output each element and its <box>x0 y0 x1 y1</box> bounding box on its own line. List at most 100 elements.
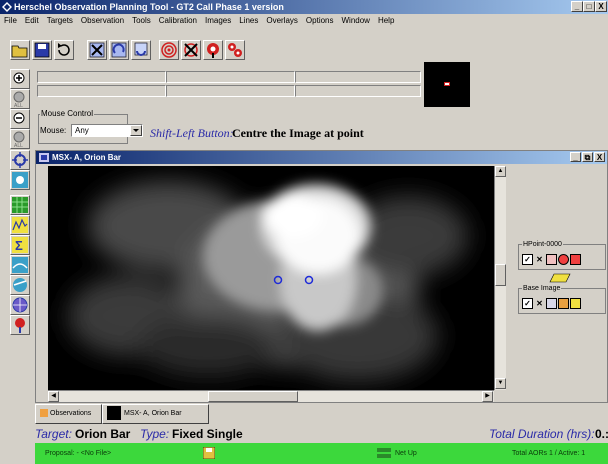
tab-image[interactable]: MSX- A, Orion Bar <box>102 404 209 424</box>
svg-text:ALL: ALL <box>14 103 23 108</box>
scroll-down-button[interactable]: ▼ <box>495 378 506 389</box>
menu-window[interactable]: Window <box>338 14 374 27</box>
mouse-hint-label: Shift-Left Button: <box>150 126 234 140</box>
image-window-title-bar: MSX- A, Orion Bar _ ⧉ X <box>36 151 607 164</box>
proposal-status: Proposal: - <No File> <box>45 450 112 457</box>
status-panel-6 <box>295 85 421 97</box>
spectrum-icon[interactable] <box>10 215 30 235</box>
hpoint-delete-icon[interactable]: ✕ <box>534 254 545 265</box>
pin-icon[interactable] <box>10 315 30 335</box>
base-image-settings-icon[interactable] <box>570 298 581 309</box>
image-window-restore-button[interactable]: ⧉ <box>582 152 593 162</box>
menu-options[interactable]: Options <box>302 14 338 27</box>
target-flag-icon[interactable] <box>203 40 223 60</box>
menu-calibration[interactable]: Calibration <box>155 14 201 27</box>
menu-bar: File Edit Targets Observation Tools Cali… <box>0 14 608 27</box>
observations-icon <box>40 409 48 418</box>
aor-stack-icon[interactable] <box>131 40 151 60</box>
zoom-out-all-icon[interactable]: ALL <box>10 129 30 149</box>
mouse-control-legend: Mouse Control <box>40 109 95 118</box>
view-icon[interactable] <box>10 275 30 295</box>
sky-image[interactable] <box>48 166 494 390</box>
menu-lines[interactable]: Lines <box>235 14 262 27</box>
save-icon[interactable] <box>32 40 52 60</box>
image-window-title: MSX- A, Orion Bar <box>52 153 122 162</box>
target-info-bar: Target: Orion Bar Type: Fixed Single Tot… <box>35 426 608 442</box>
menu-images[interactable]: Images <box>201 14 235 27</box>
target-label: Target: <box>35 427 72 441</box>
target-delete-icon[interactable] <box>181 40 201 60</box>
zoom-in-icon[interactable] <box>10 69 30 89</box>
horizontal-scroll-thumb[interactable] <box>208 391 298 402</box>
window-maximize-button[interactable]: □ <box>583 1 595 12</box>
app-title-bar: Herschel Observation Planning Tool - GT2… <box>0 0 608 14</box>
mouse-label: Mouse: <box>40 126 67 135</box>
base-image-delete-icon[interactable]: ✕ <box>534 298 545 309</box>
aor-delete-icon[interactable] <box>87 40 107 60</box>
menu-edit[interactable]: Edit <box>21 14 43 27</box>
base-image-color-icon[interactable] <box>558 298 569 309</box>
target-icon[interactable] <box>159 40 179 60</box>
sum-icon[interactable]: Σ <box>10 235 30 255</box>
image-window-minimize-button[interactable]: _ <box>570 152 581 162</box>
menu-file[interactable]: File <box>0 14 21 27</box>
scroll-left-button[interactable]: ◀ <box>48 391 59 402</box>
thumbnail-viewport-marker <box>444 82 450 86</box>
base-image-visible-checkbox[interactable]: ✓ <box>522 298 533 309</box>
svg-text:Σ: Σ <box>15 238 23 253</box>
image-horizontal-scrollbar[interactable]: ◀ ▶ <box>48 390 494 402</box>
window-icon <box>39 153 49 162</box>
target-group-icon[interactable] <box>225 40 245 60</box>
app-title: Herschel Observation Planning Tool - GT2… <box>14 2 284 12</box>
target-point-icon[interactable] <box>10 170 30 190</box>
scroll-right-button[interactable]: ▶ <box>482 391 493 402</box>
base-image-contrast-icon[interactable] <box>546 298 557 309</box>
hpoint-target-icon[interactable] <box>558 254 569 265</box>
vertical-scroll-thumb[interactable] <box>495 264 506 286</box>
window-minimize-button[interactable]: _ <box>571 1 583 12</box>
aor-cycle-icon[interactable] <box>109 40 129 60</box>
open-folder-icon[interactable] <box>10 40 30 60</box>
status-panel-3 <box>166 71 295 83</box>
network-icon <box>377 448 391 458</box>
save-status-icon[interactable] <box>203 447 215 459</box>
scroll-up-button[interactable]: ▲ <box>495 166 506 177</box>
tab-observations[interactable]: Observations <box>35 404 102 424</box>
menu-overlays[interactable]: Overlays <box>262 14 302 27</box>
undo-icon[interactable] <box>54 40 74 60</box>
globe-icon[interactable] <box>10 295 30 315</box>
sky-map-icon[interactable] <box>10 255 30 275</box>
zoom-out-icon[interactable] <box>10 109 30 129</box>
status-panel-4 <box>166 85 295 97</box>
hpoint-settings-icon[interactable] <box>570 254 581 265</box>
mouse-select[interactable]: Any <box>71 124 143 137</box>
window-close-button[interactable]: X <box>595 1 607 12</box>
hpoint-color-icon[interactable] <box>546 254 557 265</box>
zoom-all-icon[interactable]: ALL <box>10 89 30 109</box>
thumbnail-preview[interactable] <box>424 62 470 107</box>
layer-icon[interactable] <box>549 273 571 283</box>
hpoint-group-label: HPoint-0000 <box>522 241 563 249</box>
duration-value: 0.: <box>595 427 608 441</box>
aor-count: Total AORs 1 / Active: 1 <box>512 450 586 457</box>
menu-help[interactable]: Help <box>374 14 398 27</box>
menu-observation[interactable]: Observation <box>77 14 128 27</box>
grid-overlay-icon[interactable] <box>10 195 30 215</box>
crosshair-icon[interactable] <box>10 150 30 170</box>
status-panel-1 <box>37 71 166 83</box>
image-thumbnail-icon <box>107 406 121 421</box>
duration-label: Total Duration (hrs): <box>489 427 595 441</box>
image-window-close-button[interactable]: X <box>594 152 605 162</box>
menu-tools[interactable]: Tools <box>128 14 155 27</box>
type-value: Fixed Single <box>172 427 243 441</box>
status-panel-2 <box>37 85 166 97</box>
image-vertical-scrollbar[interactable]: ▲ ▼ <box>494 166 506 390</box>
sky-image-render <box>48 166 494 390</box>
app-icon <box>2 2 12 12</box>
menu-targets[interactable]: Targets <box>43 14 77 27</box>
base-image-group-label: Base Image <box>522 285 562 293</box>
mouse-select-value: Any <box>75 126 89 135</box>
target-value: Orion Bar <box>75 427 131 441</box>
chevron-down-icon[interactable] <box>130 125 142 136</box>
hpoint-visible-checkbox[interactable]: ✓ <box>522 254 533 265</box>
